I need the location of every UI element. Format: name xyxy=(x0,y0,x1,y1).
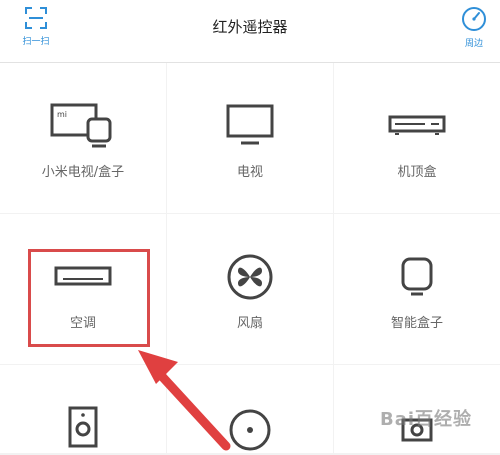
device-grid: mi 小米电视/盒子 电视 机顶盒 空调 风扇 智能盒子 xyxy=(0,63,500,453)
svg-text:mi: mi xyxy=(57,110,67,119)
fan-icon xyxy=(227,254,273,300)
set-top-box-icon xyxy=(388,115,446,135)
mi-tv-box-icon: mi xyxy=(50,103,112,148)
scan-label: 扫一扫 xyxy=(22,37,50,47)
compass-icon xyxy=(462,7,486,31)
scan-icon xyxy=(25,7,47,29)
device-tv[interactable]: 电视 xyxy=(167,63,333,213)
device-label: 空调 xyxy=(69,316,96,331)
device-smart-box[interactable]: 智能盒子 xyxy=(334,214,500,364)
camera-icon xyxy=(401,418,433,442)
page-title: 红外遥控器 xyxy=(212,18,288,36)
tv-icon xyxy=(226,104,274,145)
device-speaker[interactable] xyxy=(0,365,166,453)
top-bar: 扫一扫 红外遥控器 周边 xyxy=(0,0,500,63)
device-projector[interactable] xyxy=(167,365,333,453)
device-fan[interactable]: 风扇 xyxy=(167,214,333,364)
device-label: 风扇 xyxy=(236,316,263,331)
device-mi-tv-box[interactable]: mi 小米电视/盒子 xyxy=(0,63,166,213)
device-air-conditioner[interactable]: 空调 xyxy=(0,214,166,364)
device-label: 机顶盒 xyxy=(397,165,437,180)
nearby-label: 周边 xyxy=(464,39,483,49)
smart-box-icon xyxy=(401,257,433,296)
speaker-icon xyxy=(68,406,98,448)
projector-icon xyxy=(229,409,271,451)
device-label: 电视 xyxy=(236,165,263,180)
device-label: 智能盒子 xyxy=(390,316,443,331)
device-label: 小米电视/盒子 xyxy=(41,165,125,180)
device-set-top-box[interactable]: 机顶盒 xyxy=(334,63,500,213)
scan-button[interactable]: 扫一扫 xyxy=(14,6,58,56)
air-conditioner-icon xyxy=(54,266,112,286)
nearby-button[interactable]: 周边 xyxy=(452,6,496,56)
device-camera[interactable] xyxy=(334,365,500,453)
